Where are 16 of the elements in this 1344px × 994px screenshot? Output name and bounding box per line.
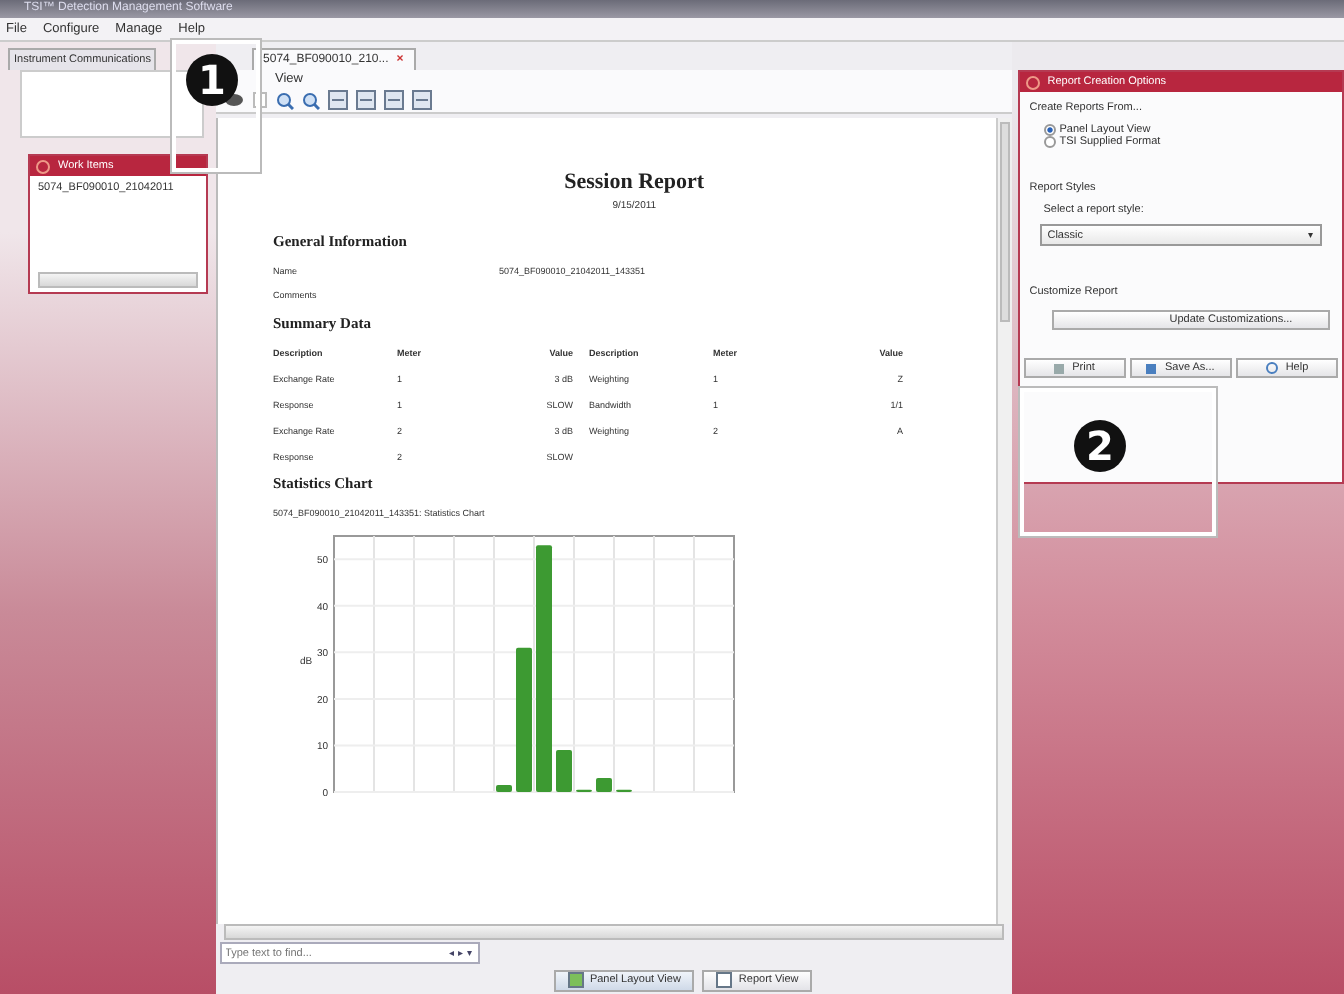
circle-icon <box>36 159 50 173</box>
radio-button[interactable] <box>1043 123 1056 135</box>
scrollbar[interactable] <box>223 924 1004 940</box>
circle-icon <box>1025 75 1040 89</box>
zoom-in-icon[interactable] <box>275 91 294 109</box>
page-layout-icon[interactable] <box>355 90 376 110</box>
page-layout-icon[interactable] <box>411 90 432 110</box>
panel-view-icon <box>567 972 584 988</box>
report-title: Session Report <box>562 170 707 194</box>
page-layout-icon[interactable] <box>327 90 348 110</box>
radio-button[interactable] <box>1043 135 1056 147</box>
page-icon <box>716 972 733 988</box>
zoom-out-icon[interactable] <box>301 91 320 109</box>
scrollbar[interactable] <box>38 272 198 288</box>
chart-bar <box>495 785 512 792</box>
page-layout-icon[interactable] <box>383 90 404 110</box>
